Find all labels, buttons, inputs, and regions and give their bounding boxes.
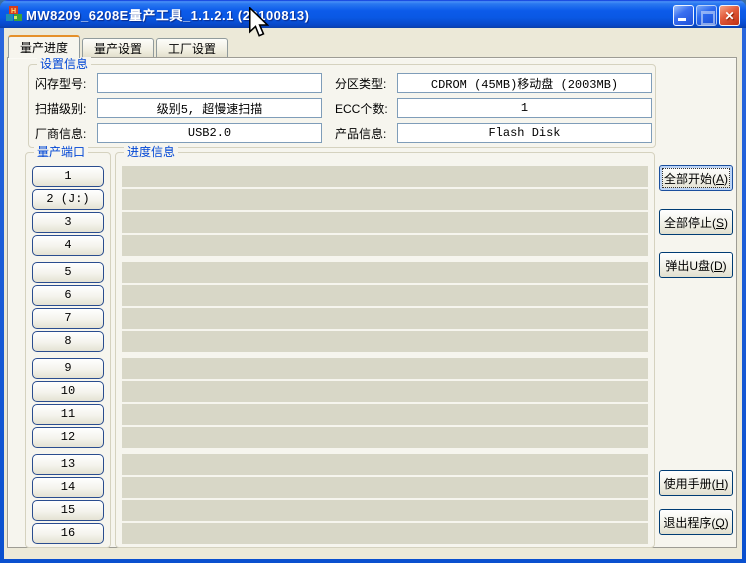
dialog-client-area: 量产进度 量产设置 工厂设置 设置信息 闪存型号: 分区类型: CDROM (4… [4,28,742,559]
port-button-6[interactable]: 6 [32,285,104,306]
progress-block-2 [122,262,648,354]
stop-all-button[interactable]: 全部停止(S) [659,209,733,235]
port-button-10[interactable]: 10 [32,381,104,402]
product-info-field[interactable]: Flash Disk [397,123,652,143]
port-block-2: 5 6 7 8 [32,262,104,354]
port-button-4[interactable]: 4 [32,235,104,256]
partition-type-label: 分区类型: [335,75,386,92]
production-ports-group: 量产端口 1 2 (J:) 3 4 5 6 7 8 9 10 11 1 [25,152,111,548]
port-button-12[interactable]: 12 [32,427,104,448]
progress-row-8 [122,331,648,352]
tab-page-production-progress: 设置信息 闪存型号: 分区类型: CDROM (45MB)移动盘 (2003MB… [7,57,737,548]
progress-row-5 [122,262,648,283]
port-block-1: 1 2 (J:) 3 4 [32,166,104,258]
port-button-15[interactable]: 15 [32,500,104,521]
progress-group-title: 进度信息 [124,145,178,159]
port-button-7[interactable]: 7 [32,308,104,329]
progress-row-7 [122,308,648,329]
progress-row-10 [122,381,648,402]
port-button-11[interactable]: 11 [32,404,104,425]
app-icon: H [6,6,22,22]
progress-row-14 [122,477,648,498]
progress-row-12 [122,427,648,448]
product-info-label: 产品信息: [335,125,386,142]
app-window: H MW8209_6208E量产工具_1.1.2.1 (20100813) ✕ … [0,0,746,563]
progress-row-1 [122,166,648,187]
progress-info-group: 进度信息 [115,152,655,548]
tab-factory-settings[interactable]: 工厂设置 [156,38,228,57]
flash-model-label: 闪存型号: [35,75,86,92]
close-icon: ✕ [724,9,734,23]
vendor-info-label-row: 厂商信息: [35,123,86,143]
port-button-5[interactable]: 5 [32,262,104,283]
port-button-9[interactable]: 9 [32,358,104,379]
progress-row-3 [122,212,648,233]
tab-production-progress[interactable]: 量产进度 [8,35,80,58]
settings-group-title: 设置信息 [37,57,91,71]
progress-row-9 [122,358,648,379]
tab-strip: 量产进度 量产设置 工厂设置 [8,35,230,57]
progress-row-2 [122,189,648,210]
ports-group-title: 量产端口 [34,145,88,159]
scan-level-field[interactable]: 级别5, 超慢速扫描 [97,98,322,118]
port-button-8[interactable]: 8 [32,331,104,352]
progress-row-4 [122,235,648,256]
user-manual-button[interactable]: 使用手册(H) [659,470,733,496]
ecc-count-label-row: ECC个数: [335,98,388,118]
progress-row-16 [122,523,648,544]
port-button-14[interactable]: 14 [32,477,104,498]
start-all-button[interactable]: 全部开始(A) [659,165,733,191]
ecc-count-label: ECC个数: [335,100,388,117]
port-button-3[interactable]: 3 [32,212,104,233]
port-button-2[interactable]: 2 (J:) [32,189,104,210]
progress-row-13 [122,454,648,475]
scan-level-label-row: 扫描级别: [35,98,86,118]
scan-level-label: 扫描级别: [35,100,86,117]
settings-info-group: 设置信息 闪存型号: 分区类型: CDROM (45MB)移动盘 (2003MB… [28,64,656,148]
progress-row-11 [122,404,648,425]
window-controls: ✕ [673,5,740,26]
vendor-info-field[interactable]: USB2.0 [97,123,322,143]
progress-block-4 [122,454,648,546]
port-button-16[interactable]: 16 [32,523,104,544]
port-button-13[interactable]: 13 [32,454,104,475]
vendor-info-label: 厂商信息: [35,125,86,142]
ecc-count-field[interactable]: 1 [397,98,652,118]
svg-text:H: H [11,8,16,15]
progress-block-1 [122,166,648,258]
exit-program-button[interactable]: 退出程序(Q) [659,509,733,535]
product-info-label-row: 产品信息: [335,123,386,143]
eject-usb-button[interactable]: 弹出U盘(D) [659,252,733,278]
port-button-1[interactable]: 1 [32,166,104,187]
close-button[interactable]: ✕ [719,5,740,26]
progress-row-6 [122,285,648,306]
partition-type-field[interactable]: CDROM (45MB)移动盘 (2003MB) [397,73,652,93]
maximize-button[interactable] [696,5,717,26]
tab-production-settings[interactable]: 量产设置 [82,38,154,57]
flash-model-field[interactable] [97,73,322,93]
progress-block-3 [122,358,648,450]
partition-type-label-row: 分区类型: [335,73,386,93]
minimize-button[interactable] [673,5,694,26]
progress-row-15 [122,500,648,521]
flash-model-label-row: 闪存型号: [35,73,86,93]
port-block-4: 13 14 15 16 [32,454,104,546]
port-block-3: 9 10 11 12 [32,358,104,450]
titlebar[interactable]: H MW8209_6208E量产工具_1.1.2.1 (20100813) ✕ [0,0,746,28]
window-title: MW8209_6208E量产工具_1.1.2.1 (20100813) [26,5,309,24]
